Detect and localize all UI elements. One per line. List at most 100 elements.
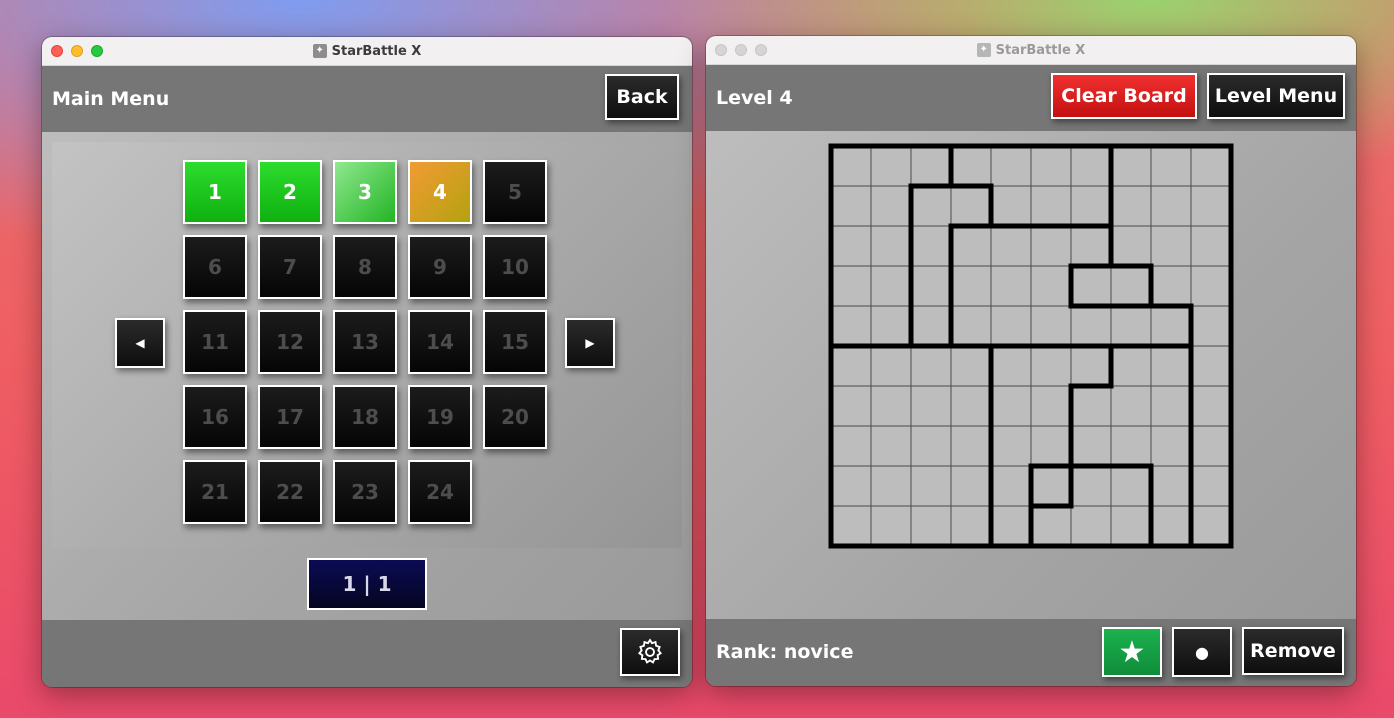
close-window-button[interactable]: [51, 45, 63, 57]
title-bar-inactive[interactable]: ✦ StarBattle X: [706, 36, 1356, 65]
board-cell[interactable]: [1070, 265, 1112, 307]
board-cell[interactable]: [870, 385, 912, 427]
level-menu-button[interactable]: Level Menu: [1207, 73, 1345, 119]
board-cell[interactable]: [870, 145, 912, 187]
board-cell[interactable]: [1150, 425, 1192, 467]
level-tile-20[interactable]: 20: [483, 385, 547, 449]
clear-board-button[interactable]: Clear Board: [1051, 73, 1197, 119]
next-page-button[interactable]: ▶: [565, 318, 615, 368]
board-cell[interactable]: [910, 265, 952, 307]
board-cell[interactable]: [990, 425, 1032, 467]
level-tile-19[interactable]: 19: [408, 385, 472, 449]
board-cell[interactable]: [830, 385, 872, 427]
level-tile-16[interactable]: 16: [183, 385, 247, 449]
board-cell[interactable]: [990, 185, 1032, 227]
board-cell[interactable]: [1190, 425, 1232, 467]
board-cell[interactable]: [990, 225, 1032, 267]
level-tile-8[interactable]: 8: [333, 235, 397, 299]
board-cell[interactable]: [1030, 345, 1072, 387]
board-cell[interactable]: [830, 425, 872, 467]
board-cell[interactable]: [830, 185, 872, 227]
board-cell[interactable]: [1190, 465, 1232, 507]
board-cell[interactable]: [1030, 185, 1072, 227]
board-cell[interactable]: [990, 505, 1032, 547]
board-cell[interactable]: [1190, 145, 1232, 187]
board-cell[interactable]: [1030, 305, 1072, 347]
board-cell[interactable]: [1030, 465, 1072, 507]
board-cell[interactable]: [1070, 185, 1112, 227]
board-cell[interactable]: [910, 505, 952, 547]
level-tile-15[interactable]: 15: [483, 310, 547, 374]
board-cell[interactable]: [870, 305, 912, 347]
level-tile-5[interactable]: 5: [483, 160, 547, 224]
level-tile-3[interactable]: 3: [333, 160, 397, 224]
level-tile-21[interactable]: 21: [183, 460, 247, 524]
board-cell[interactable]: [950, 385, 992, 427]
board-cell[interactable]: [950, 225, 992, 267]
board-cell[interactable]: [1190, 305, 1232, 347]
board-cell[interactable]: [1110, 265, 1152, 307]
board-cell[interactable]: [1030, 425, 1072, 467]
board-cell[interactable]: [1150, 265, 1192, 307]
star-tool-button[interactable]: ★: [1102, 627, 1162, 677]
board-cell[interactable]: [870, 425, 912, 467]
level-tile-9[interactable]: 9: [408, 235, 472, 299]
board-cell[interactable]: [990, 345, 1032, 387]
board-cell[interactable]: [1150, 345, 1192, 387]
board-cell[interactable]: [1150, 145, 1192, 187]
board-cell[interactable]: [870, 465, 912, 507]
board-cell[interactable]: [1070, 305, 1112, 347]
board-cell[interactable]: [1190, 225, 1232, 267]
zoom-window-button[interactable]: [91, 45, 103, 57]
board-cell[interactable]: [950, 505, 992, 547]
board-cell[interactable]: [830, 305, 872, 347]
minimize-window-button[interactable]: [735, 44, 747, 56]
board-cell[interactable]: [870, 345, 912, 387]
board-cell[interactable]: [870, 185, 912, 227]
board-cell[interactable]: [1070, 225, 1112, 267]
level-tile-7[interactable]: 7: [258, 235, 322, 299]
board-cell[interactable]: [910, 465, 952, 507]
puzzle-board[interactable]: [828, 143, 1234, 549]
level-tile-12[interactable]: 12: [258, 310, 322, 374]
board-cell[interactable]: [870, 265, 912, 307]
dot-tool-button[interactable]: ●: [1172, 627, 1232, 677]
board-cell[interactable]: [1150, 505, 1192, 547]
level-tile-2[interactable]: 2: [258, 160, 322, 224]
level-tile-6[interactable]: 6: [183, 235, 247, 299]
board-cell[interactable]: [1110, 185, 1152, 227]
board-cell[interactable]: [1070, 505, 1112, 547]
board-cell[interactable]: [1070, 345, 1112, 387]
board-cell[interactable]: [1110, 505, 1152, 547]
board-cell[interactable]: [1070, 465, 1112, 507]
board-cell[interactable]: [910, 145, 952, 187]
previous-page-button[interactable]: ◀: [115, 318, 165, 368]
board-cell[interactable]: [1150, 385, 1192, 427]
board-cell[interactable]: [1190, 505, 1232, 547]
level-tile-14[interactable]: 14: [408, 310, 472, 374]
board-cell[interactable]: [950, 145, 992, 187]
settings-button[interactable]: [620, 628, 680, 676]
board-cell[interactable]: [1110, 305, 1152, 347]
level-tile-1[interactable]: 1: [183, 160, 247, 224]
level-tile-4[interactable]: 4: [408, 160, 472, 224]
level-tile-18[interactable]: 18: [333, 385, 397, 449]
title-bar[interactable]: ✦ StarBattle X: [42, 37, 692, 66]
board-cell[interactable]: [950, 305, 992, 347]
board-cell[interactable]: [1150, 185, 1192, 227]
level-tile-22[interactable]: 22: [258, 460, 322, 524]
board-cell[interactable]: [1070, 425, 1112, 467]
board-cell[interactable]: [870, 505, 912, 547]
board-cell[interactable]: [910, 385, 952, 427]
board-cell[interactable]: [910, 225, 952, 267]
board-cell[interactable]: [1190, 265, 1232, 307]
board-cell[interactable]: [830, 145, 872, 187]
board-cell[interactable]: [950, 265, 992, 307]
level-tile-13[interactable]: 13: [333, 310, 397, 374]
board-cell[interactable]: [1190, 185, 1232, 227]
board-cell[interactable]: [830, 345, 872, 387]
board-cell[interactable]: [990, 465, 1032, 507]
board-cell[interactable]: [910, 345, 952, 387]
board-cell[interactable]: [950, 345, 992, 387]
board-cell[interactable]: [1150, 305, 1192, 347]
